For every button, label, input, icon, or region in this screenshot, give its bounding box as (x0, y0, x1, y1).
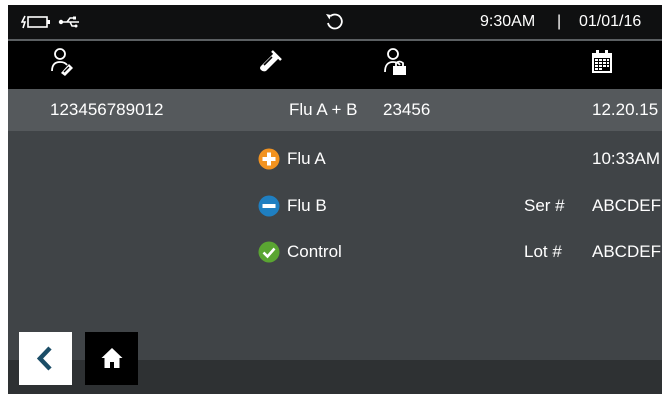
status-bar: 9:30AM | 01/01/16 (8, 5, 662, 41)
status-time: 9:30AM (480, 13, 536, 30)
battery-charging-icon (21, 15, 50, 29)
calendar-icon (592, 50, 612, 73)
back-chevron-icon (36, 346, 52, 371)
serial-value: ABCDEF (592, 196, 661, 215)
test-date: 12.20.15 (592, 100, 659, 119)
serial-label: Ser # (524, 196, 565, 215)
negative-icon (258, 195, 280, 217)
lot-label: Lot # (524, 242, 562, 261)
test-name: Flu A + B (289, 100, 358, 119)
home-button[interactable] (85, 332, 138, 385)
home-icon (101, 348, 123, 368)
record-summary-row: 123456789012 Flu A + B 23456 12.20.15 (8, 89, 662, 131)
result-label-flu-a: Flu A (287, 149, 326, 168)
refresh-icon[interactable] (324, 11, 344, 31)
usb-icon (58, 16, 79, 28)
device-screen: 9:30AM | 01/01/16 123456789012 Flu A + B… (0, 0, 662, 394)
patient-sample-icon (51, 48, 73, 76)
operator-icon (384, 48, 406, 75)
status-date: 01/01/16 (579, 13, 642, 30)
test-tube-icon (260, 50, 282, 72)
column-header-row (8, 41, 662, 89)
sample-id: 123456789012 (50, 100, 164, 119)
control-pass-icon (258, 241, 280, 263)
result-label-control: Control (287, 242, 342, 261)
result-label-flu-b: Flu B (287, 196, 327, 215)
test-time: 10:33AM (592, 149, 661, 168)
lot-value: ABCDEF (592, 242, 661, 261)
back-button[interactable] (19, 332, 72, 385)
positive-icon (258, 148, 280, 170)
status-separator: | (557, 13, 562, 30)
results-panel: 9:30AM | 01/01/16 123456789012 Flu A + B… (8, 5, 662, 394)
operator-id: 23456 (383, 100, 431, 119)
